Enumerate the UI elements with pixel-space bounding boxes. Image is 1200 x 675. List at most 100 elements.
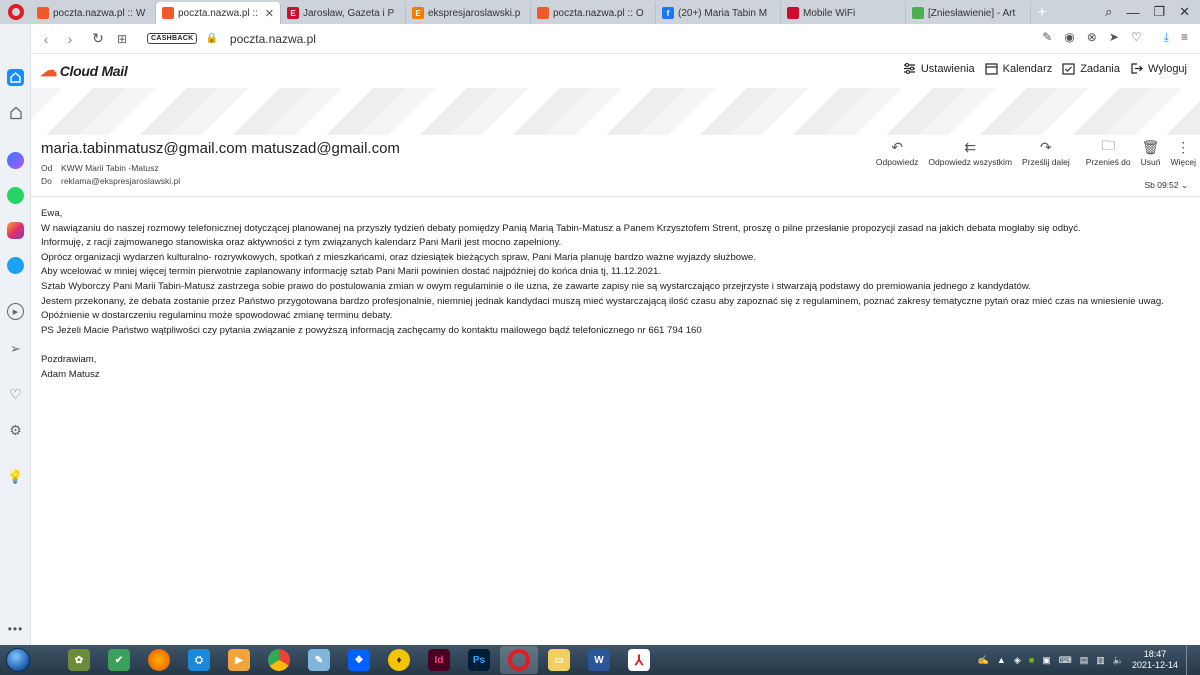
file-explorer-icon: ▭ (548, 649, 570, 671)
body-paragraph: Informuję, z racji zajmowanego stanowisk… (41, 237, 562, 249)
browser-tab[interactable]: Mobile WiFi (781, 2, 906, 24)
messenger-icon[interactable] (7, 152, 24, 169)
heart-icon[interactable]: ♡ (7, 386, 24, 403)
dropbox-icon: ❖ (348, 649, 370, 671)
tab-favicon-icon (37, 7, 49, 19)
bookmarks-icon[interactable] (7, 104, 24, 121)
taskbar-app[interactable]: ♦ (380, 646, 418, 674)
settings-gear-icon[interactable]: ⚙ (7, 422, 24, 439)
notes-app-icon: ✎ (308, 649, 330, 671)
favorite-heart-icon[interactable]: ♡ (1131, 30, 1142, 45)
from-value[interactable]: KWW Marii Tabin -Matusz (61, 163, 159, 173)
menu-lines-icon[interactable]: ≡ (1181, 30, 1188, 45)
settings-link[interactable]: Ustawienia (903, 62, 975, 75)
browser-tab[interactable]: f (20+) Maria Tabin M (656, 2, 781, 24)
calendar-icon (985, 63, 998, 75)
speed-dial-icon[interactable] (7, 69, 24, 86)
search-tabs-icon[interactable]: ⌕ (1105, 4, 1112, 20)
cloud-mail-logo[interactable]: ☁ Cloud Mail (40, 61, 128, 81)
tray-app-icon[interactable]: ◈ (1014, 655, 1021, 666)
opera-menu-icon[interactable] (0, 0, 31, 24)
taskbar-app[interactable]: ▭ (540, 646, 578, 674)
cashback-badge[interactable]: CASHBACK (147, 33, 198, 44)
taskbar-app[interactable]: ✿ (60, 646, 98, 674)
back-icon[interactable]: ‹ (35, 28, 57, 50)
download-icon[interactable]: ⤓ (1164, 30, 1169, 45)
whatsapp-icon[interactable] (7, 187, 24, 204)
delete-button[interactable]: 🗑 Usuń (1141, 137, 1161, 168)
camera-icon[interactable]: ◉ (1064, 30, 1074, 45)
flow-icon[interactable]: ➢ (7, 340, 24, 357)
tab-title: Mobile WiFi (803, 7, 856, 19)
new-tab-icon[interactable]: + (1031, 2, 1053, 24)
cloud-logo-icon: ☁ (40, 61, 57, 80)
to-value[interactable]: reklama@ekspresjaroslawski.pl (61, 176, 180, 186)
show-desktop-button[interactable] (1186, 645, 1194, 675)
tab-favicon-icon: E (412, 7, 424, 19)
lightbulb-icon[interactable]: 💡 (7, 468, 24, 485)
logout-link[interactable]: Wyloguj (1130, 62, 1187, 75)
volume-icon[interactable]: 🔈 (1113, 655, 1124, 666)
tab-grid-icon[interactable]: ⊞ (111, 28, 133, 50)
taskbar-app[interactable]: ✔ (100, 646, 138, 674)
media-player-icon: ▶ (228, 649, 250, 671)
send-icon[interactable]: ➤ (1109, 30, 1119, 45)
to-label: Do (41, 176, 52, 186)
close-window-icon[interactable]: ✕ (1179, 4, 1190, 20)
taskbar-app[interactable]: Id (420, 646, 458, 674)
taskbar-app[interactable] (140, 646, 178, 674)
twitter-icon[interactable] (7, 257, 24, 274)
nvidia-icon[interactable]: ■ (1029, 655, 1034, 665)
sidebar-more-icon[interactable]: ••• (7, 620, 24, 637)
reply-all-button[interactable]: ⇇ Odpowiedz wszystkim (928, 137, 1012, 168)
forward-icon[interactable]: › (59, 28, 81, 50)
start-button[interactable] (0, 645, 36, 675)
taskbar-app[interactable]: Ps (460, 646, 498, 674)
clock[interactable]: 18:47 2021-12-14 (1132, 649, 1178, 671)
taskbar-app[interactable]: ⅄ (620, 646, 658, 674)
lock-icon[interactable]: 🔒 (205, 33, 217, 44)
player-icon[interactable]: ▶ (7, 303, 24, 320)
taskbar-app-opera[interactable] (500, 646, 538, 674)
url-field[interactable]: poczta.nazwa.pl (230, 32, 316, 46)
tray-device-icon[interactable]: ▣ (1042, 655, 1051, 666)
reply-button[interactable]: ↶ Odpowiedz (876, 137, 919, 168)
network-icon[interactable]: ▥ (1096, 655, 1105, 666)
calendar-link[interactable]: Kalendarz (985, 62, 1052, 75)
taskbar-app[interactable] (260, 646, 298, 674)
app-header: ☁ Cloud Mail Ustawienia Kalendarz Zadani… (31, 54, 1200, 88)
tray-edit-icon[interactable]: ✍ (978, 655, 989, 666)
reply-icon: ↶ (891, 138, 904, 155)
more-button[interactable]: ⋮ Więcej (1170, 137, 1196, 168)
keyboard-icon[interactable]: ⌨ (1059, 655, 1072, 666)
instagram-icon[interactable] (7, 222, 24, 239)
browser-tab[interactable]: poczta.nazwa.pl :: W (31, 2, 156, 24)
browser-tab[interactable]: E Jarosław, Gazeta i P (281, 2, 406, 24)
taskbar-app[interactable]: ⛭ (180, 646, 218, 674)
message-date[interactable]: Sb 09:52 ⌄ (1144, 180, 1188, 191)
tasks-link[interactable]: Zadania (1062, 62, 1120, 75)
move-button[interactable]: 🗀 Przenieś do (1086, 137, 1131, 167)
tab-close-icon[interactable]: ✕ (265, 7, 274, 20)
restore-icon[interactable]: ❐ (1153, 4, 1165, 20)
browser-tab[interactable]: Eekspresjaroslawski.p (406, 2, 531, 24)
taskbar-app[interactable]: W (580, 646, 618, 674)
tray-expand-icon[interactable]: ▲ (997, 655, 1006, 665)
edit-icon[interactable]: ✎ (1042, 30, 1052, 45)
forward-button[interactable]: ↷ Prześlij dalej (1022, 137, 1070, 168)
acrobat-icon: ⅄ (628, 649, 650, 671)
browser-tab[interactable]: poczta.nazwa.pl :: O (531, 2, 656, 24)
taskbar-app[interactable]: ❖ (340, 646, 378, 674)
address-bar: ‹ › ↻ ⊞ CASHBACK 🔒 poczta.nazwa.pl ✎ ◉ ⊗… (31, 24, 1200, 54)
tab-favicon-icon (162, 7, 174, 19)
minimize-icon[interactable]: — (1126, 5, 1139, 20)
taskbar-app[interactable]: ▶ (220, 646, 258, 674)
tab-favicon-icon (537, 7, 549, 19)
browser-tab[interactable]: [Zniesławienie] - Art (906, 2, 1031, 24)
body-paragraph: Oprócz organizacji wydarzeń kulturalno- … (41, 251, 757, 263)
browser-tab[interactable]: poczta.nazwa.pl :: m ✕ (156, 2, 281, 24)
display-icon[interactable]: ▤ (1080, 655, 1089, 666)
taskbar-app[interactable]: ✎ (300, 646, 338, 674)
adblock-icon[interactable]: ⊗ (1087, 30, 1097, 45)
reload-icon[interactable]: ↻ (87, 28, 109, 50)
